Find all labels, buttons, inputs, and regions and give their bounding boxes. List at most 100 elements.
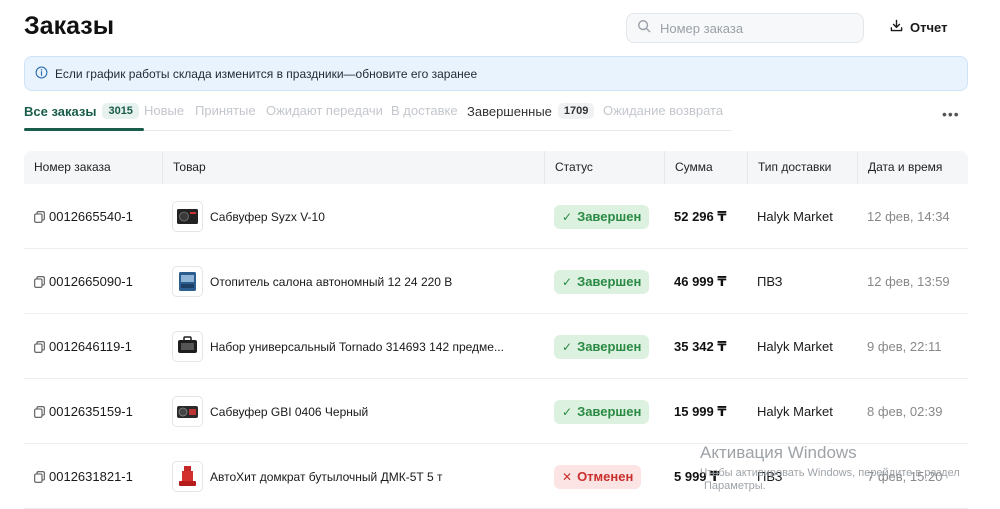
status-cell: ✓ Завершен <box>554 249 650 314</box>
tab-label: Завершенные <box>467 103 552 119</box>
product-cell[interactable]: Сабвуфер GBI 0406 Черный <box>172 379 368 444</box>
datetime-cell: 12 фев, 13:59 <box>867 249 950 314</box>
column-header-sum[interactable]: Сумма <box>664 151 747 184</box>
product-thumbnail <box>172 201 203 232</box>
search-box[interactable] <box>626 13 864 43</box>
info-icon <box>35 66 55 82</box>
tab-label: В доставке <box>391 103 458 118</box>
order-number[interactable]: 0012646119-1 <box>49 339 132 354</box>
tab-completed[interactable]: Завершенные 1709 <box>467 103 595 119</box>
status-badge: ✕ Отменен <box>554 464 642 489</box>
datetime-cell: 12 фев, 14:34 <box>867 184 950 249</box>
download-icon <box>890 19 910 35</box>
delivery-cell: ПВЗ <box>757 249 782 314</box>
product-name[interactable]: Набор универсальный Tornado 314693 142 п… <box>210 340 504 354</box>
column-header-datetime[interactable]: Дата и время <box>857 151 968 184</box>
order-sum: 52 296 ₸ <box>674 208 727 224</box>
status-badge: ✓ Завершен <box>554 399 650 424</box>
status-text: Завершен <box>577 274 642 289</box>
copy-icon[interactable] <box>34 210 45 223</box>
order-number-cell[interactable]: 0012635159-1 <box>34 379 133 444</box>
order-number[interactable]: 0012635159-1 <box>49 404 133 419</box>
order-datetime: 7 фев, 15:20 <box>867 469 943 484</box>
product-cell[interactable]: Отопитель салона автономный 12 24 220 В <box>172 249 452 314</box>
status-cell: ✓ Завершен <box>554 314 650 379</box>
check-icon: ✓ <box>562 274 573 289</box>
delivery-cell: Halyk Market <box>757 184 833 249</box>
product-name[interactable]: Отопитель салона автономный 12 24 220 В <box>210 275 452 289</box>
product-name[interactable]: Сабвуфер Syzx V-10 <box>210 210 325 224</box>
column-header-status[interactable]: Статус <box>544 151 664 184</box>
tab-in-delivery[interactable]: В доставке <box>391 103 458 118</box>
table-row[interactable]: 0012631821-1 АвтоХит домкрат бутылочный … <box>24 444 968 509</box>
product-cell[interactable]: Сабвуфер Syzx V-10 <box>172 184 325 249</box>
order-datetime: 12 фев, 13:59 <box>867 274 950 289</box>
datetime-cell: 8 фев, 02:39 <box>867 379 942 444</box>
column-header-order[interactable]: Номер заказа <box>24 151 162 184</box>
status-text: Завершен <box>577 404 642 419</box>
status-cell: ✓ Завершен <box>554 184 650 249</box>
order-datetime: 9 фев, 22:11 <box>867 339 942 354</box>
status-cell: ✓ Завершен <box>554 379 650 444</box>
sum-cell: 52 296 ₸ <box>674 184 726 249</box>
product-thumbnail <box>172 331 203 362</box>
status-badge: ✓ Завершен <box>554 204 650 229</box>
tab-all-orders[interactable]: Все заказы 3015 <box>24 103 139 119</box>
order-number[interactable]: 0012665540-1 <box>49 209 133 224</box>
order-datetime: 12 фев, 14:34 <box>867 209 950 224</box>
table-row[interactable]: 0012665090-1 Отопитель салона автономный… <box>24 249 968 314</box>
tab-label: Ожидают передачи <box>266 103 383 118</box>
tab-label: Принятые <box>195 103 256 118</box>
order-number-cell[interactable]: 0012665540-1 <box>34 184 133 249</box>
tab-awaiting-handover[interactable]: Ожидают передачи <box>266 103 383 118</box>
tab-awaiting-return[interactable]: Ожидание возврата <box>603 103 723 118</box>
report-button-label: Отчет <box>910 19 948 35</box>
order-number-cell[interactable]: 0012631821-1 <box>34 444 133 509</box>
tab-label: Новые <box>144 103 185 118</box>
status-text: Завершен <box>577 339 642 354</box>
status-cell: ✕ Отменен <box>554 444 642 509</box>
check-icon: ✓ <box>562 404 573 419</box>
delivery-type: Halyk Market <box>757 404 833 419</box>
tab-count: 1709 <box>557 103 595 119</box>
tab-accepted[interactable]: Принятые <box>195 103 256 118</box>
status-badge: ✓ Завершен <box>554 269 650 294</box>
order-sum: 15 999 ₸ <box>674 403 727 419</box>
table-row[interactable]: 0012646119-1 Набор универсальный Tornado… <box>24 314 968 379</box>
more-horizontal-icon[interactable]: ••• <box>942 106 960 122</box>
copy-icon[interactable] <box>34 340 45 353</box>
orders-table: Номер заказа Товар Статус Сумма Тип дост… <box>24 151 968 509</box>
order-number-cell[interactable]: 0012665090-1 <box>34 249 133 314</box>
sum-cell: 46 999 ₸ <box>674 249 726 314</box>
delivery-type: ПВЗ <box>757 469 783 484</box>
page-title: Заказы <box>24 12 115 40</box>
search-input[interactable] <box>660 20 850 36</box>
product-name[interactable]: АвтоХит домкрат бутылочный ДМК-5Т 5 т <box>210 470 443 484</box>
table-row[interactable]: 0012665540-1 Сабвуфер Syzx V-10 ✓ Заверше… <box>24 184 968 249</box>
order-number-cell[interactable]: 0012646119-1 <box>34 314 132 379</box>
sum-cell: 15 999 ₸ <box>674 379 726 444</box>
copy-icon[interactable] <box>34 275 45 288</box>
table-row[interactable]: 0012635159-1 Сабвуфер GBI 0406 Черный ✓ З… <box>24 379 968 444</box>
product-cell[interactable]: Набор универсальный Tornado 314693 142 п… <box>172 314 504 379</box>
tab-new[interactable]: Новые <box>144 103 184 118</box>
delivery-cell: Halyk Market <box>757 314 833 379</box>
order-number[interactable]: 0012631821-1 <box>49 469 133 484</box>
delivery-cell: Halyk Market <box>757 379 833 444</box>
sum-cell: 35 342 ₸ <box>674 314 726 379</box>
status-text: Отменен <box>577 469 634 484</box>
sum-cell: 5 999 ₸ <box>674 444 719 509</box>
order-number[interactable]: 0012665090-1 <box>49 274 133 289</box>
order-sum: 46 999 ₸ <box>674 273 727 289</box>
report-button[interactable]: Отчет <box>890 17 947 37</box>
tab-count: 3015 <box>102 103 139 119</box>
copy-icon[interactable] <box>34 470 45 483</box>
product-thumbnail <box>172 461 203 492</box>
datetime-cell: 9 фев, 22:11 <box>867 314 941 379</box>
order-sum: 5 999 ₸ <box>674 468 720 484</box>
product-cell[interactable]: АвтоХит домкрат бутылочный ДМК-5Т 5 т <box>172 444 443 509</box>
column-header-product[interactable]: Товар <box>162 151 544 184</box>
product-name[interactable]: Сабвуфер GBI 0406 Черный <box>210 405 368 419</box>
copy-icon[interactable] <box>34 405 45 418</box>
column-header-delivery[interactable]: Тип доставки <box>747 151 857 184</box>
